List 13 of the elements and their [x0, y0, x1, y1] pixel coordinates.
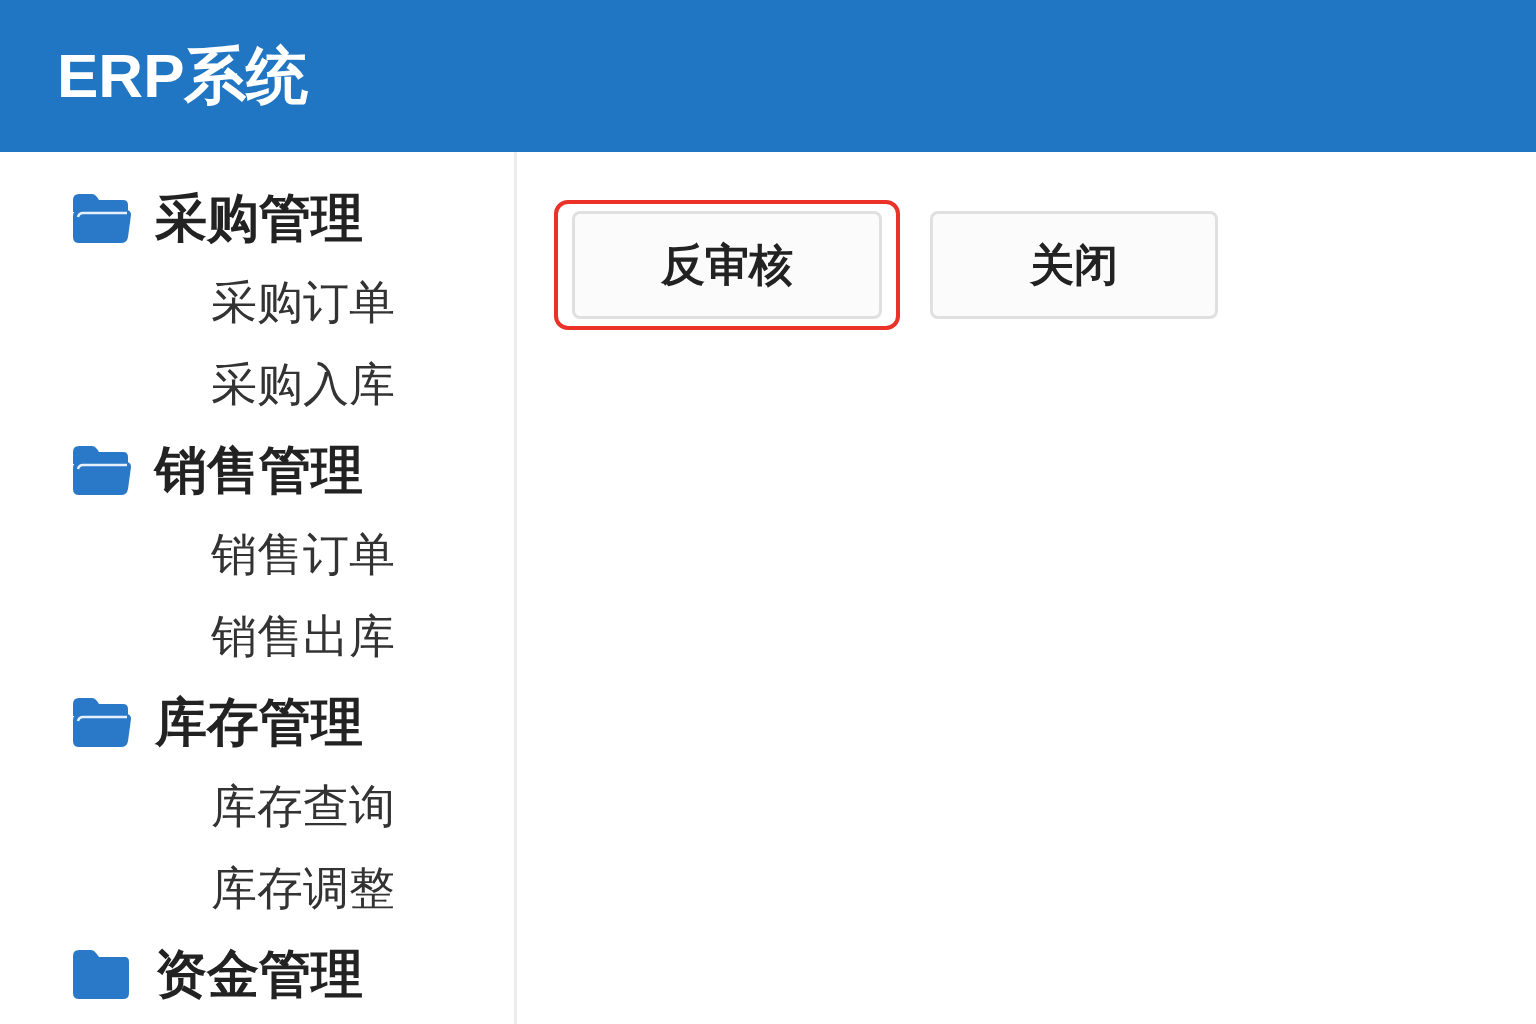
- menu-item[interactable]: 销售出库: [211, 596, 395, 678]
- menu-group[interactable]: 销售管理: [0, 426, 514, 514]
- action-button[interactable]: 反审核: [572, 211, 882, 319]
- menu-item[interactable]: 库存查询: [211, 766, 395, 848]
- menu-item[interactable]: 销售订单: [211, 514, 395, 596]
- menu-group[interactable]: 资金管理: [0, 930, 514, 1018]
- menu-item[interactable]: 库存调整: [211, 848, 395, 930]
- menu-group[interactable]: 库存管理: [0, 678, 514, 766]
- menu-group[interactable]: 采购管理: [0, 174, 514, 262]
- menu-item[interactable]: 采购入库: [211, 344, 395, 426]
- close-button[interactable]: 关闭: [930, 211, 1218, 319]
- app-title: ERP系统: [57, 41, 309, 111]
- menu-item[interactable]: 采购订单: [211, 262, 395, 344]
